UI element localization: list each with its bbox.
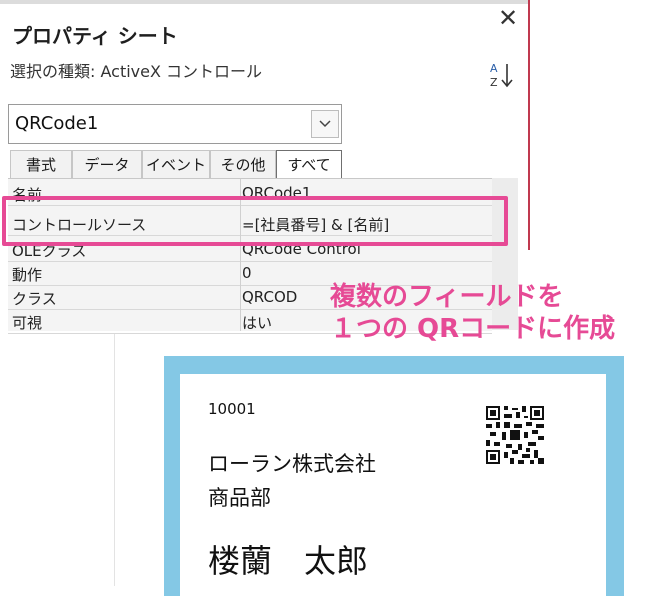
- person-name: 楼蘭 太郎: [208, 542, 369, 580]
- tab-other[interactable]: その他: [210, 150, 276, 178]
- panel-top-edge: [0, 0, 528, 4]
- tab-data[interactable]: データ: [72, 150, 142, 178]
- selection-type-label: 選択の種類: ActiveX コントロール: [10, 62, 263, 81]
- object-select-combo[interactable]: QRCode1: [8, 104, 342, 144]
- chevron-down-icon[interactable]: [311, 110, 339, 138]
- close-icon[interactable]: ✕: [498, 6, 518, 30]
- svg-text:A: A: [490, 62, 498, 75]
- property-name: クラス: [12, 290, 57, 308]
- tab-event[interactable]: イベント: [142, 150, 210, 178]
- highlight-box: [2, 196, 508, 246]
- tab-format[interactable]: 書式: [10, 150, 72, 178]
- employee-id: 10001: [208, 400, 256, 418]
- svg-text:Z: Z: [490, 76, 498, 89]
- callout-line-2: １つの QRコードに作成: [330, 314, 616, 344]
- department-name: 商品部: [208, 486, 271, 510]
- combo-value: QRCode1: [15, 113, 99, 134]
- panel-title: プロパティ シート: [12, 24, 178, 48]
- tab-all[interactable]: すべて: [276, 150, 342, 178]
- qr-code-icon: [486, 406, 544, 468]
- sort-az-icon[interactable]: A Z: [488, 60, 518, 90]
- report-divider: [114, 334, 115, 586]
- property-name: 動作: [12, 266, 43, 284]
- company-name: ローラン株式会社: [208, 452, 376, 476]
- property-name: 可視: [12, 314, 43, 332]
- panel-right-border: [528, 0, 530, 250]
